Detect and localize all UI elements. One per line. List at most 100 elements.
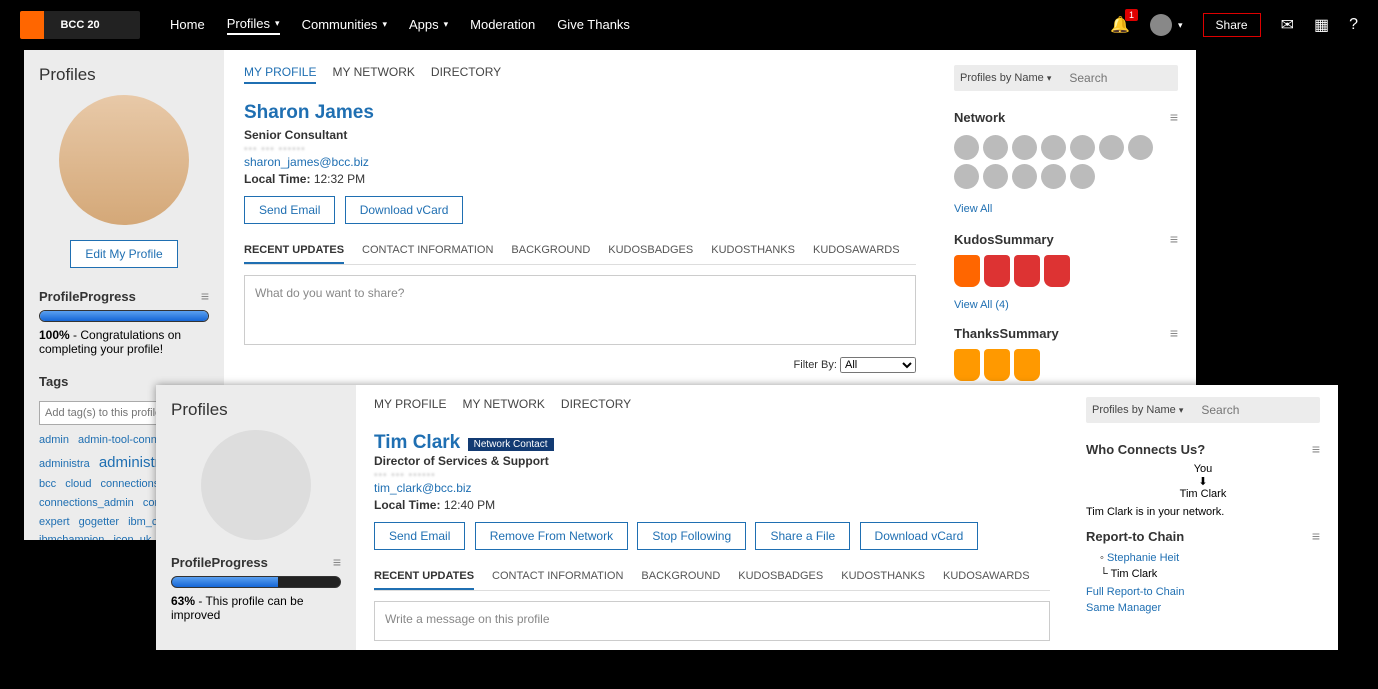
download-vcard-button[interactable]: Download vCard [860, 522, 979, 550]
tab-kudosbadges[interactable]: KUDOSBADGES [738, 570, 823, 590]
profile-tabs: RECENT UPDATES CONTACT INFORMATION BACKG… [244, 244, 916, 265]
menu-icon[interactable]: ≡ [333, 554, 341, 570]
kudos-badge-icon[interactable] [954, 255, 980, 287]
menu-icon[interactable]: ≡ [201, 288, 209, 304]
tag-link[interactable]: administra [39, 458, 90, 470]
email-link[interactable]: sharon_james@bcc.biz [244, 155, 369, 169]
tab-kudosawards[interactable]: KUDOSAWARDS [943, 570, 1030, 590]
contact-avatar[interactable] [1012, 164, 1037, 189]
filter-select[interactable]: All [840, 357, 916, 373]
contact-avatar[interactable] [983, 135, 1008, 160]
message-textbox[interactable]: Write a message on this profile [374, 601, 1050, 641]
sidebar-title: Profiles [171, 400, 341, 420]
menu-icon[interactable]: ≡ [1170, 325, 1178, 341]
view-all-network-link[interactable]: View All [954, 203, 992, 215]
email-link[interactable]: tim_clark@bcc.biz [374, 481, 472, 495]
contact-avatar[interactable] [1041, 135, 1066, 160]
subnav-mynetwork[interactable]: MY NETWORK [332, 65, 414, 84]
nav-profiles[interactable]: Profiles ▾ [227, 16, 280, 35]
same-manager-link[interactable]: Same Manager [1086, 602, 1161, 614]
kudos-badge-icon[interactable] [1014, 255, 1040, 287]
subnav-directory[interactable]: DIRECTORY [561, 397, 631, 414]
share-textbox[interactable]: What do you want to share? [244, 275, 916, 345]
tag-link[interactable]: icon_uk [113, 534, 151, 540]
menu-icon[interactable]: ≡ [1312, 528, 1320, 544]
kudos-badge-icon[interactable] [984, 255, 1010, 287]
notifications-icon[interactable]: 🔔1 [1110, 15, 1130, 35]
profile-avatar[interactable] [201, 430, 311, 540]
tab-kudosawards[interactable]: KUDOSAWARDS [813, 244, 900, 264]
tag-link[interactable]: admin [39, 434, 69, 446]
job-title: Director of Services & Support [374, 454, 1050, 468]
tab-kudosthanks[interactable]: KUDOSTHANKS [841, 570, 925, 590]
contact-avatar[interactable] [954, 135, 979, 160]
tag-link[interactable]: cloud [65, 478, 91, 490]
edit-profile-button[interactable]: Edit My Profile [70, 240, 177, 268]
nav-givethanks[interactable]: Give Thanks [557, 17, 630, 34]
tag-link[interactable]: ibmchampion [39, 534, 104, 540]
kudos-badge-icon[interactable] [1044, 255, 1070, 287]
contact-avatar[interactable] [954, 164, 979, 189]
progress-text: 100% - Congratulations on completing you… [39, 328, 209, 356]
contact-avatar[interactable] [1070, 135, 1095, 160]
tab-background[interactable]: BACKGROUND [511, 244, 590, 264]
tab-kudosthanks[interactable]: KUDOSTHANKS [711, 244, 795, 264]
subnav-directory[interactable]: DIRECTORY [431, 65, 501, 84]
profile-avatar[interactable] [59, 95, 189, 225]
logo[interactable]: BCC 20 [20, 11, 140, 39]
help-icon[interactable]: ? [1349, 16, 1358, 34]
send-email-button[interactable]: Send Email [374, 522, 465, 550]
subnav-mynetwork[interactable]: MY NETWORK [462, 397, 544, 414]
network-widget-header: Network≡ [954, 109, 1178, 125]
contact-avatar[interactable] [1012, 135, 1037, 160]
contact-avatar[interactable] [983, 164, 1008, 189]
contact-avatar[interactable] [1128, 135, 1153, 160]
tag-link[interactable]: connections [101, 478, 160, 490]
chain-person-link[interactable]: Stephanie Heit [1107, 552, 1179, 564]
menu-icon[interactable]: ≡ [1170, 109, 1178, 125]
download-vcard-button[interactable]: Download vCard [345, 196, 464, 224]
tag-link[interactable]: expert [39, 516, 70, 528]
search-input[interactable] [1065, 69, 1196, 87]
menu-icon[interactable]: ≡ [1312, 441, 1320, 457]
search-scope-select[interactable]: Profiles by Name ▾ [1092, 404, 1197, 416]
contact-avatar[interactable] [1070, 164, 1095, 189]
tab-recent-updates[interactable]: RECENT UPDATES [244, 244, 344, 264]
profile-name[interactable]: Tim Clark [374, 432, 460, 453]
subnav-myprofile[interactable]: MY PROFILE [374, 397, 446, 414]
thanks-badge-icon[interactable] [954, 349, 980, 381]
search-input[interactable] [1197, 401, 1338, 419]
remove-network-button[interactable]: Remove From Network [475, 522, 628, 550]
avatar [1150, 14, 1172, 36]
tag-link[interactable]: bcc [39, 478, 56, 490]
share-file-button[interactable]: Share a File [755, 522, 850, 550]
send-email-button[interactable]: Send Email [244, 196, 335, 224]
calendar-icon[interactable]: ▦ [1314, 15, 1329, 35]
redacted-phone: ••• ••• •••••• [374, 470, 1050, 481]
user-menu[interactable]: ▾ [1150, 14, 1183, 36]
nav-communities[interactable]: Communities ▾ [302, 17, 387, 34]
contact-avatar[interactable] [1099, 135, 1124, 160]
tab-contact[interactable]: CONTACT INFORMATION [492, 570, 623, 590]
tab-recent-updates[interactable]: RECENT UPDATES [374, 570, 474, 590]
nav-apps[interactable]: Apps ▾ [409, 17, 448, 34]
profile-name[interactable]: Sharon James [244, 102, 916, 124]
view-all-kudos-link[interactable]: View All (4) [954, 299, 1009, 311]
tab-background[interactable]: BACKGROUND [641, 570, 720, 590]
tab-kudosbadges[interactable]: KUDOSBADGES [608, 244, 693, 264]
tag-link[interactable]: connections_admin [39, 497, 134, 509]
thanks-badge-icon[interactable] [984, 349, 1010, 381]
share-button[interactable]: Share [1203, 13, 1261, 37]
contact-avatar[interactable] [1041, 164, 1066, 189]
menu-icon[interactable]: ≡ [1170, 231, 1178, 247]
nav-home[interactable]: Home [170, 17, 205, 34]
thanks-badge-icon[interactable] [1014, 349, 1040, 381]
nav-moderation[interactable]: Moderation [470, 17, 535, 34]
tab-contact[interactable]: CONTACT INFORMATION [362, 244, 493, 264]
subnav-myprofile[interactable]: MY PROFILE [244, 65, 316, 84]
tag-link[interactable]: gogetter [79, 516, 119, 528]
full-report-chain-link[interactable]: Full Report-to Chain [1086, 586, 1184, 598]
search-scope-select[interactable]: Profiles by Name ▾ [960, 72, 1065, 84]
stop-following-button[interactable]: Stop Following [637, 522, 746, 550]
mail-icon[interactable]: ✉ [1281, 15, 1294, 35]
